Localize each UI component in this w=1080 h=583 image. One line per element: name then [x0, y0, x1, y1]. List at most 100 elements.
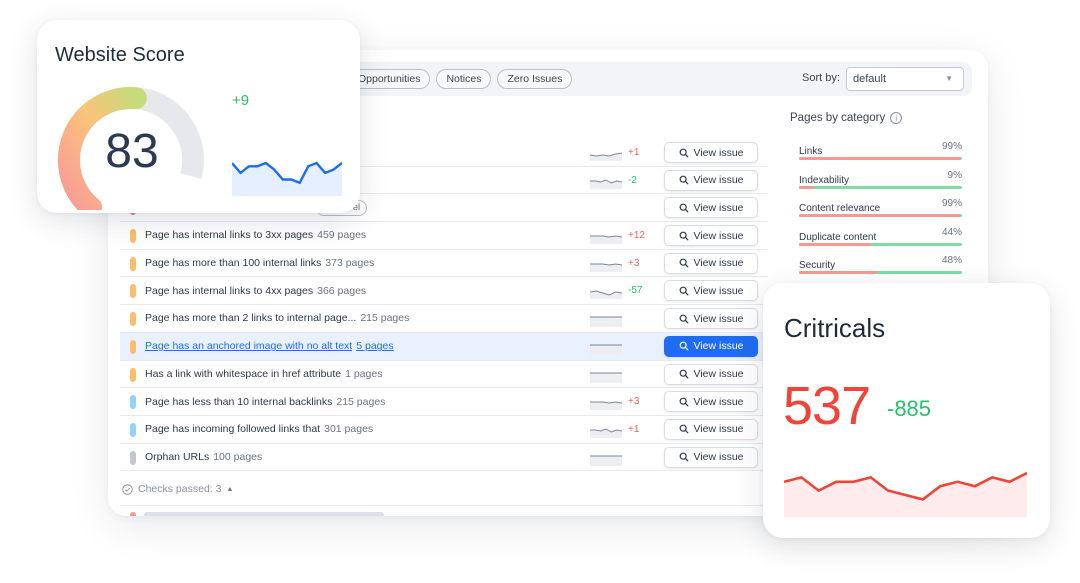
chevron-down-icon: ▼	[945, 74, 953, 83]
criticals-title: Critricals	[784, 313, 886, 343]
category-progress-bar	[799, 214, 962, 217]
view-issue-label: View issue	[693, 146, 744, 159]
category-name: Content relevance	[799, 203, 881, 214]
search-icon	[679, 148, 688, 157]
view-issue-button[interactable]: View issue	[664, 169, 758, 191]
sparkline-area	[590, 402, 622, 411]
pages-by-category: Pages by category i Links 99% Indexabili…	[790, 112, 964, 284]
category-item[interactable]: Content relevance 99%	[790, 198, 964, 227]
info-icon[interactable]: i	[890, 112, 903, 124]
sparkline-area	[590, 344, 622, 355]
issue-pages-count: 215 pages	[336, 395, 386, 408]
sparkline-area	[590, 263, 622, 272]
issue-row[interactable]: Page has incoming followed links that 301…	[120, 416, 768, 444]
view-issue-button[interactable]: View issue	[664, 252, 758, 274]
view-issue-button[interactable]: View issue	[664, 142, 758, 163]
divider	[120, 505, 768, 506]
severity-marker	[130, 339, 136, 354]
issue-row[interactable]: Has a link with whitespace in href attri…	[120, 361, 768, 389]
category-name: Links	[799, 146, 823, 157]
sort-select[interactable]: default ▼	[846, 67, 964, 91]
search-icon	[679, 175, 688, 185]
issue-trend-sparkline	[590, 235, 622, 245]
issue-pages-count: 459 pages	[317, 229, 367, 242]
view-issue-button[interactable]: View issue	[664, 446, 758, 468]
category-name: Security	[799, 260, 836, 271]
website-score-delta: +9	[232, 92, 250, 109]
sparkline-area	[590, 455, 622, 466]
issue-title-text: Orphan URLs	[145, 450, 210, 463]
issue-pages-count: 373 pages	[325, 257, 375, 270]
issue-delta: +3	[628, 396, 640, 408]
checks-passed-toggle[interactable]: Checks passed: 3 ▲	[122, 483, 233, 495]
category-item[interactable]: Security 48%	[790, 255, 964, 284]
category-item[interactable]: Indexability 9%	[790, 170, 964, 199]
severity-marker	[130, 422, 136, 437]
issue-title: Page has more than 100 internal links 373…	[145, 257, 374, 269]
search-icon	[679, 203, 688, 213]
category-progress-fill	[799, 157, 961, 160]
website-score-card: Website Score 83 +9	[37, 20, 360, 213]
view-issue-label: View issue	[693, 174, 744, 187]
issue-title-text: Page has internal links to 3xx pages	[145, 229, 314, 242]
issue-delta: +3	[628, 257, 640, 269]
category-item[interactable]: Duplicate content 44%	[790, 227, 964, 256]
severity-marker	[130, 256, 136, 271]
category-progress-fill	[799, 271, 878, 274]
view-issue-button[interactable]: View issue	[664, 335, 758, 357]
issue-pages-count[interactable]: 5 pages	[356, 340, 393, 352]
category-percent: 9%	[947, 169, 962, 181]
filter-zero-issues[interactable]: Zero Issues	[497, 69, 573, 89]
sort-label: Sort by:	[802, 72, 840, 84]
issue-row[interactable]: Page has less than 10 internal backlinks…	[120, 388, 768, 416]
issue-title[interactable]: Page has an anchored image with no alt t…	[145, 340, 394, 352]
issue-row[interactable]: Page has more than 2 links to internal p…	[120, 305, 768, 333]
issue-title-text: Page has less than 10 internal backlinks	[145, 395, 333, 408]
filter-chips: Opportunities Notices Zero Issues	[348, 69, 573, 89]
issue-trend-sparkline	[590, 344, 622, 355]
issue-row[interactable]: Page has internal links to 4xx pages 366 …	[120, 277, 768, 306]
issue-pages-count: 215 pages	[360, 312, 410, 325]
category-item[interactable]: Links 99%	[790, 141, 964, 170]
issue-row[interactable]: Page has an anchored image with no alt t…	[120, 332, 768, 361]
view-issue-button[interactable]: View issue	[664, 197, 758, 219]
search-icon	[679, 341, 688, 351]
view-issue-label: View issue	[693, 312, 744, 325]
severity-marker	[130, 284, 136, 299]
issue-delta: +1	[628, 423, 640, 435]
criticals-delta: -885	[887, 396, 932, 421]
category-name: Duplicate content	[799, 231, 877, 243]
search-icon	[679, 258, 688, 268]
filter-notices[interactable]: Notices	[436, 69, 492, 89]
view-issue-button[interactable]: View issue	[664, 225, 758, 247]
category-progress-fill	[799, 214, 961, 217]
issue-row[interactable]: Page has internal links to 3xx pages 459 …	[120, 222, 768, 250]
view-issue-label: View issue	[693, 257, 744, 270]
category-name: Indexability	[799, 174, 850, 186]
check-circle-icon	[122, 483, 133, 495]
issue-title: Orphan URLs 100 pages	[145, 451, 262, 463]
view-issue-button[interactable]: View issue	[664, 308, 758, 330]
view-issue-label: View issue	[693, 284, 744, 297]
category-title: Pages by category	[790, 112, 886, 124]
filter-opportunities[interactable]: Opportunities	[348, 69, 431, 89]
issue-title-text: Page has more than 100 internal links	[145, 257, 322, 270]
issue-row[interactable]: Page has more than 100 internal links 373…	[120, 250, 768, 278]
issue-trend-sparkline	[590, 316, 622, 328]
issue-pages-count: 301 pages	[324, 423, 374, 436]
issue-delta: -2	[628, 174, 637, 186]
view-issue-button[interactable]: View issue	[664, 280, 758, 302]
view-issue-button[interactable]: View issue	[664, 391, 758, 413]
category-progress-bar	[799, 271, 962, 274]
issue-row[interactable]: Orphan URLs 100 pages View issue	[120, 444, 768, 472]
category-percent: 99%	[941, 198, 962, 209]
issue-pages-count: 100 pages	[213, 450, 263, 463]
category-progress-bar	[799, 157, 962, 160]
issue-trend-sparkline	[590, 372, 622, 383]
view-issue-button[interactable]: View issue	[664, 363, 758, 385]
search-icon	[679, 369, 688, 379]
search-icon	[679, 286, 688, 296]
issue-marker	[130, 512, 136, 516]
issue-title: Page has more than 2 links to internal p…	[145, 312, 409, 324]
view-issue-button[interactable]: View issue	[664, 418, 758, 440]
